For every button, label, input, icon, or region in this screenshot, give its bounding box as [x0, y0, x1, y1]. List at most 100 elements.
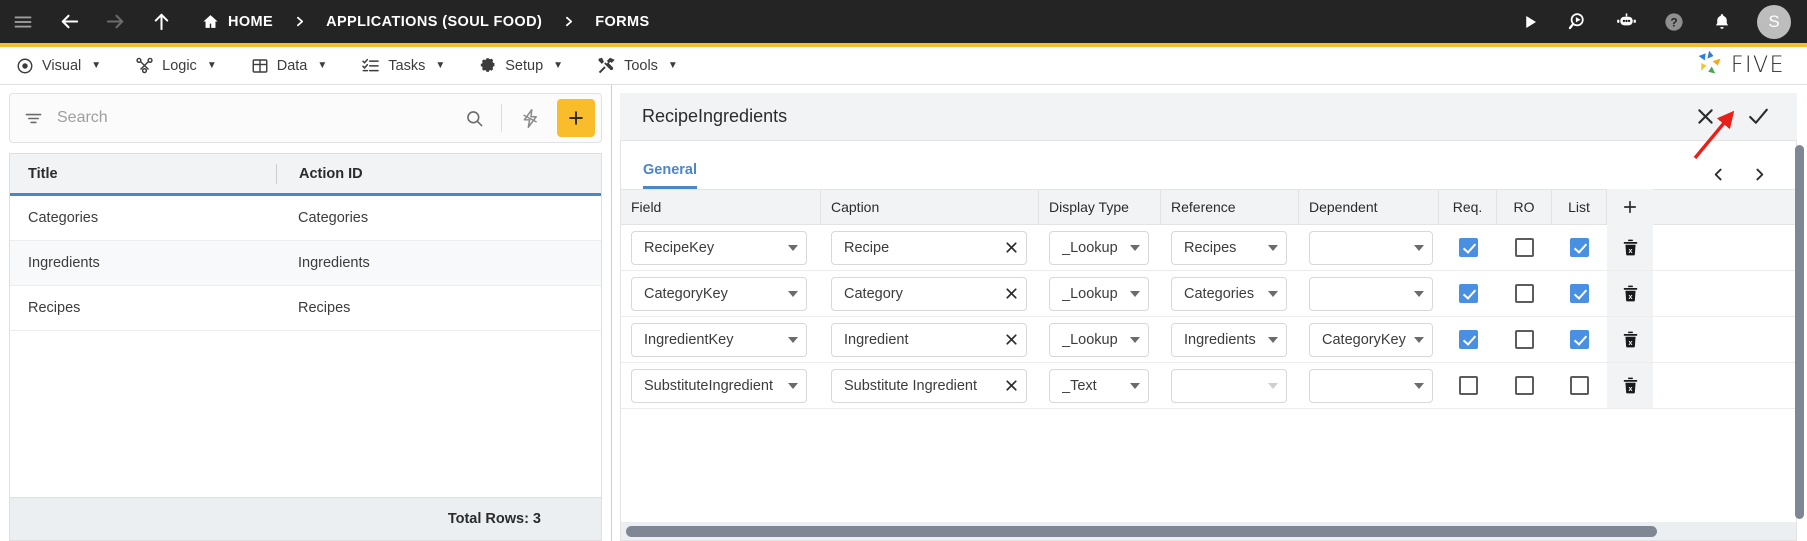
vertical-scrollbar-thumb[interactable] [1794, 145, 1804, 519]
req-checkbox[interactable] [1458, 284, 1478, 303]
list-item[interactable]: Ingredients Ingredients [10, 241, 601, 286]
chevron-down-icon [788, 244, 798, 251]
list-item[interactable]: Categories Categories [10, 196, 601, 241]
column-header-action-id[interactable]: Action ID [277, 166, 363, 182]
cell-req [1439, 317, 1497, 362]
req-checkbox[interactable] [1458, 330, 1478, 349]
chevron-down-icon [1268, 382, 1278, 389]
ro-checkbox[interactable] [1515, 376, 1534, 395]
breadcrumb-item-applications[interactable]: APPLICATIONS (SOUL FOOD) [326, 14, 542, 30]
filter-icon[interactable] [24, 109, 43, 128]
search-icon[interactable] [456, 109, 493, 128]
cell-reference [1161, 368, 1299, 403]
list-checkbox[interactable] [1570, 284, 1589, 303]
delete-row-button[interactable]: x [1607, 225, 1653, 270]
breadcrumb-item-forms[interactable]: FORMS [595, 14, 649, 30]
display-type-select[interactable]: _Lookup [1049, 230, 1149, 265]
clear-icon[interactable] [999, 285, 1020, 302]
dependent-select[interactable]: CategoryKey [1309, 322, 1433, 357]
menu-item-tasks[interactable]: Tasks ▼ [345, 47, 463, 85]
menu-item-setup[interactable]: Setup ▼ [463, 47, 581, 85]
cell-list [1552, 363, 1607, 408]
ro-checkbox[interactable] [1515, 284, 1534, 303]
menu-item-visual[interactable]: Visual ▼ [0, 47, 119, 85]
cell-list [1552, 225, 1607, 270]
dependent-select[interactable] [1309, 368, 1433, 403]
vertical-scrollbar[interactable] [1793, 145, 1805, 519]
close-icon[interactable] [1695, 106, 1716, 127]
run-icon[interactable] [1507, 0, 1553, 43]
add-button[interactable] [557, 99, 595, 137]
caption-input-value: Substitute Ingredient [844, 377, 978, 394]
chevron-right-icon-pager[interactable] [1751, 166, 1768, 183]
menu-item-tools[interactable]: Tools ▼ [581, 47, 696, 85]
horizontal-scrollbar-thumb[interactable] [626, 525, 1658, 537]
lightning-bolt-icon[interactable] [510, 108, 551, 129]
save-check-icon[interactable] [1746, 104, 1771, 129]
chatbot-icon[interactable] [1603, 0, 1649, 43]
forms-list-grid: Title Action ID Categories Categories In… [9, 153, 602, 497]
field-select[interactable]: IngredientKey [631, 322, 807, 357]
search-input[interactable] [57, 109, 456, 127]
menu-item-data[interactable]: Data ▼ [235, 47, 346, 85]
field-select[interactable]: CategoryKey [631, 276, 807, 311]
list-checkbox[interactable] [1570, 330, 1589, 349]
ro-checkbox[interactable] [1515, 330, 1534, 349]
cell-field: RecipeKey [621, 230, 821, 265]
caption-input[interactable]: Category [831, 276, 1027, 311]
column-header-title[interactable]: Title [10, 166, 276, 182]
caption-input[interactable]: Substitute Ingredient [831, 368, 1027, 403]
avatar[interactable]: S [1757, 4, 1791, 39]
display-type-select[interactable]: _Lookup [1049, 322, 1149, 357]
list-checkbox[interactable] [1570, 238, 1589, 257]
horizontal-scrollbar[interactable] [621, 522, 1796, 540]
column-header-req: Req. [1439, 189, 1497, 225]
reference-select[interactable] [1171, 368, 1287, 403]
reference-select[interactable]: Categories [1171, 276, 1287, 311]
display-type-select[interactable]: _Text [1049, 368, 1149, 403]
delete-row-button[interactable]: x [1607, 271, 1653, 316]
reference-select[interactable]: Ingredients [1171, 322, 1287, 357]
forward-arrow-icon[interactable] [92, 0, 138, 43]
menu-icon[interactable] [0, 0, 46, 43]
delete-row-button[interactable]: x [1607, 317, 1653, 362]
breadcrumb-item-home[interactable]: HOME [228, 14, 273, 30]
bell-icon[interactable] [1699, 0, 1745, 43]
cell-reference: Ingredients [1161, 322, 1299, 357]
list-checkbox[interactable] [1570, 376, 1589, 395]
clear-icon[interactable] [999, 331, 1020, 348]
field-select[interactable]: RecipeKey [631, 230, 807, 265]
clear-icon[interactable] [999, 377, 1020, 394]
detail-panel-header: RecipeIngredients [620, 93, 1797, 141]
up-arrow-icon[interactable] [138, 0, 184, 43]
help-icon[interactable]: ? [1651, 0, 1697, 43]
req-checkbox[interactable] [1458, 238, 1478, 257]
caption-input[interactable]: Ingredient [831, 322, 1027, 357]
chevron-down-icon [788, 336, 798, 343]
grid-empty-space [10, 331, 601, 497]
reference-select[interactable]: Recipes [1171, 230, 1287, 265]
app-body: Title Action ID Categories Categories In… [0, 85, 1807, 541]
dependent-select[interactable] [1309, 230, 1433, 265]
add-row-button[interactable] [1607, 189, 1653, 225]
display-type-select[interactable]: _Lookup [1049, 276, 1149, 311]
chevron-down-icon-setup: ▼ [553, 60, 564, 71]
list-item[interactable]: Recipes Recipes [10, 286, 601, 331]
top-header-actions: ? S [1507, 0, 1807, 43]
delete-row-button[interactable]: x [1607, 363, 1653, 408]
dependent-select[interactable] [1309, 276, 1433, 311]
cell-ro [1497, 363, 1552, 408]
chevron-left-icon[interactable] [1710, 166, 1727, 183]
req-checkbox[interactable] [1458, 376, 1478, 395]
chevron-down-icon-logic: ▼ [206, 60, 217, 71]
cell-dependent [1299, 230, 1439, 265]
caption-input[interactable]: Recipe [831, 230, 1027, 265]
clear-icon[interactable] [999, 239, 1020, 256]
tab-general[interactable]: General [643, 162, 697, 189]
menu-item-logic[interactable]: Logic ▼ [119, 47, 235, 85]
field-select[interactable]: SubstituteIngredient [631, 368, 807, 403]
search-play-icon[interactable] [1555, 0, 1601, 43]
back-arrow-icon[interactable] [46, 0, 92, 43]
cell-caption: Recipe [821, 230, 1039, 265]
ro-checkbox[interactable] [1515, 238, 1534, 257]
